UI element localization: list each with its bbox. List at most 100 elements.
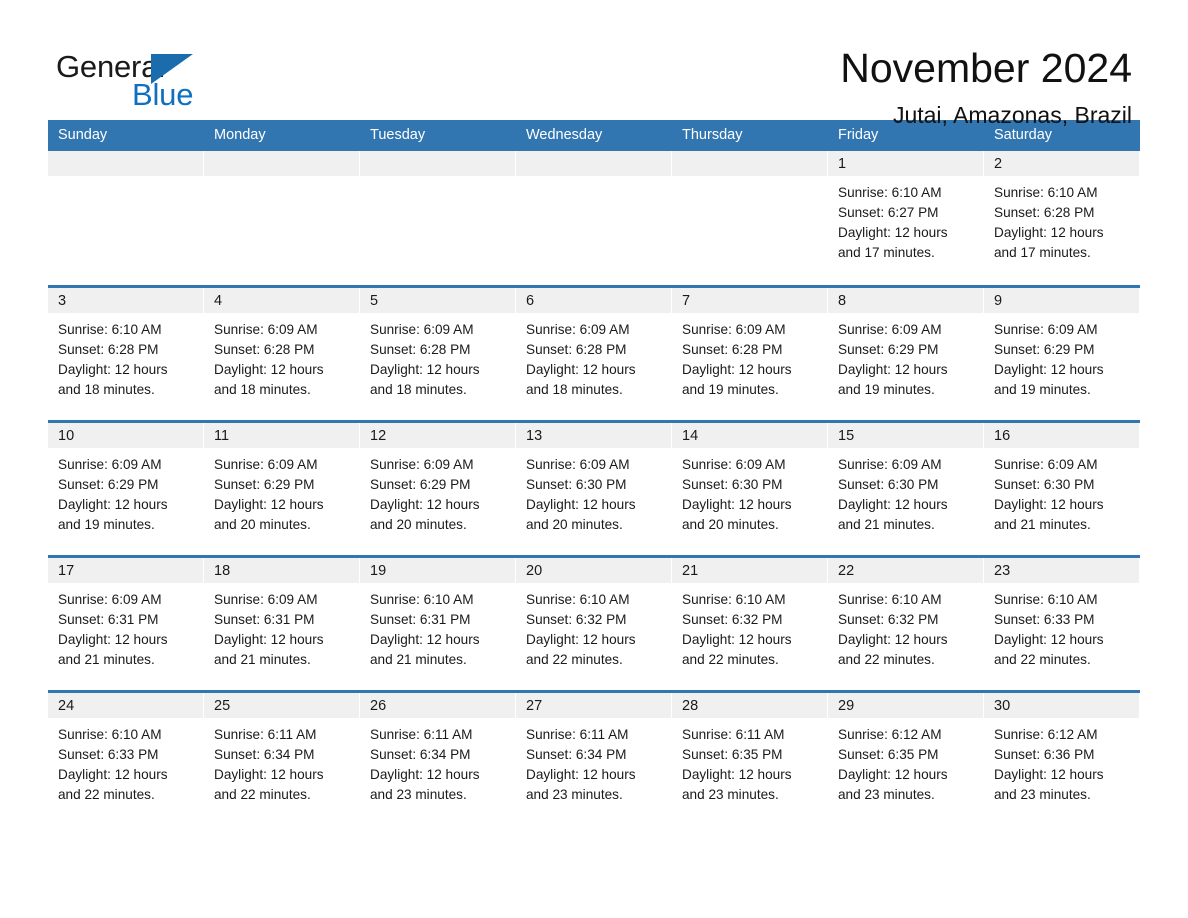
daylight-text-line2: and 23 minutes. xyxy=(526,786,623,802)
sunrise-text: Sunrise: 6:10 AM xyxy=(58,726,162,742)
day-details: Sunrise: 6:09 AM Sunset: 6:29 PM Dayligh… xyxy=(984,313,1140,400)
weekday-header-sunday: Sunday xyxy=(48,120,204,151)
day-cell[interactable]: 9 Sunrise: 6:09 AM Sunset: 6:29 PM Dayli… xyxy=(984,284,1140,421)
sunset-text: Sunset: 6:28 PM xyxy=(994,205,1095,220)
day-details: Sunrise: 6:09 AM Sunset: 6:29 PM Dayligh… xyxy=(204,448,360,535)
sunset-text: Sunset: 6:29 PM xyxy=(838,341,939,357)
day-cell[interactable]: 5 Sunrise: 6:09 AM Sunset: 6:28 PM Dayli… xyxy=(360,284,516,421)
sunrise-text: Sunrise: 6:10 AM xyxy=(58,321,162,337)
day-cell[interactable]: 4 Sunrise: 6:09 AM Sunset: 6:28 PM Dayli… xyxy=(204,284,360,421)
daylight-text-line2: and 20 minutes. xyxy=(682,516,779,532)
day-details: Sunrise: 6:10 AM Sunset: 6:31 PM Dayligh… xyxy=(360,583,516,670)
day-number xyxy=(516,151,672,176)
sunrise-text: Sunrise: 6:10 AM xyxy=(994,591,1098,607)
day-number: 26 xyxy=(360,692,516,718)
day-cell[interactable]: 3 Sunrise: 6:10 AM Sunset: 6:28 PM Dayli… xyxy=(48,284,204,421)
day-cell[interactable]: 1 Sunrise: 6:10 AM Sunset: 6:27 PM Dayli… xyxy=(828,151,984,286)
day-cell[interactable]: 2 Sunrise: 6:10 AM Sunset: 6:28 PM Dayli… xyxy=(984,151,1140,286)
calendar-page: General Blue November 2024 Jutai, Amazon… xyxy=(0,0,1188,918)
day-cell xyxy=(516,151,672,286)
day-details: Sunrise: 6:10 AM Sunset: 6:28 PM Dayligh… xyxy=(48,313,204,400)
day-cell[interactable]: 29 Sunrise: 6:12 AM Sunset: 6:35 PM Dayl… xyxy=(828,689,984,826)
day-number: 13 xyxy=(516,422,672,448)
daylight-text-line1: Daylight: 12 hours xyxy=(838,496,948,512)
daylight-text-line1: Daylight: 12 hours xyxy=(58,766,168,782)
sunset-text: Sunset: 6:29 PM xyxy=(370,476,471,492)
calendar-week-row: 3 Sunrise: 6:10 AM Sunset: 6:28 PM Dayli… xyxy=(48,284,1140,421)
sunset-text: Sunset: 6:28 PM xyxy=(58,341,159,357)
day-details: Sunrise: 6:11 AM Sunset: 6:34 PM Dayligh… xyxy=(516,718,672,805)
day-cell[interactable]: 12 Sunrise: 6:09 AM Sunset: 6:29 PM Dayl… xyxy=(360,419,516,556)
day-cell[interactable]: 24 Sunrise: 6:10 AM Sunset: 6:33 PM Dayl… xyxy=(48,689,204,826)
day-number: 5 xyxy=(360,287,516,313)
daylight-text-line1: Daylight: 12 hours xyxy=(58,496,168,512)
sunrise-text: Sunrise: 6:10 AM xyxy=(682,591,786,607)
day-number: 18 xyxy=(204,557,360,583)
daylight-text-line1: Daylight: 12 hours xyxy=(838,766,948,782)
sunrise-text: Sunrise: 6:09 AM xyxy=(58,456,162,472)
day-cell[interactable]: 23 Sunrise: 6:10 AM Sunset: 6:33 PM Dayl… xyxy=(984,554,1140,691)
day-cell[interactable]: 8 Sunrise: 6:09 AM Sunset: 6:29 PM Dayli… xyxy=(828,284,984,421)
day-cell[interactable]: 17 Sunrise: 6:09 AM Sunset: 6:31 PM Dayl… xyxy=(48,554,204,691)
sunset-text: Sunset: 6:36 PM xyxy=(994,746,1095,762)
daylight-text-line1: Daylight: 12 hours xyxy=(994,225,1104,240)
day-details: Sunrise: 6:09 AM Sunset: 6:28 PM Dayligh… xyxy=(516,313,672,400)
day-details: Sunrise: 6:12 AM Sunset: 6:35 PM Dayligh… xyxy=(828,718,984,805)
daylight-text-line1: Daylight: 12 hours xyxy=(58,361,168,377)
day-details: Sunrise: 6:11 AM Sunset: 6:35 PM Dayligh… xyxy=(672,718,828,805)
daylight-text-line2: and 23 minutes. xyxy=(370,786,467,802)
daylight-text-line1: Daylight: 12 hours xyxy=(370,766,480,782)
day-details: Sunrise: 6:11 AM Sunset: 6:34 PM Dayligh… xyxy=(360,718,516,805)
daylight-text-line1: Daylight: 12 hours xyxy=(838,361,948,377)
sunrise-text: Sunrise: 6:09 AM xyxy=(214,591,318,607)
day-number: 27 xyxy=(516,692,672,718)
sunrise-text: Sunrise: 6:09 AM xyxy=(526,456,630,472)
sunrise-text: Sunrise: 6:11 AM xyxy=(214,726,317,742)
day-number: 11 xyxy=(204,422,360,448)
day-cell[interactable]: 26 Sunrise: 6:11 AM Sunset: 6:34 PM Dayl… xyxy=(360,689,516,826)
day-cell[interactable]: 30 Sunrise: 6:12 AM Sunset: 6:36 PM Dayl… xyxy=(984,689,1140,826)
day-cell[interactable]: 14 Sunrise: 6:09 AM Sunset: 6:30 PM Dayl… xyxy=(672,419,828,556)
sunrise-text: Sunrise: 6:09 AM xyxy=(838,456,942,472)
day-details: Sunrise: 6:11 AM Sunset: 6:34 PM Dayligh… xyxy=(204,718,360,805)
sunset-text: Sunset: 6:34 PM xyxy=(526,746,627,762)
daylight-text-line2: and 22 minutes. xyxy=(214,786,311,802)
daylight-text-line1: Daylight: 12 hours xyxy=(682,766,792,782)
calendar-wrapper: Sunday Monday Tuesday Wednesday Thursday… xyxy=(0,120,1188,826)
day-cell[interactable]: 20 Sunrise: 6:10 AM Sunset: 6:32 PM Dayl… xyxy=(516,554,672,691)
day-cell[interactable]: 10 Sunrise: 6:09 AM Sunset: 6:29 PM Dayl… xyxy=(48,419,204,556)
day-number: 22 xyxy=(828,557,984,583)
day-number: 1 xyxy=(828,151,984,176)
day-cell[interactable]: 27 Sunrise: 6:11 AM Sunset: 6:34 PM Dayl… xyxy=(516,689,672,826)
day-cell[interactable]: 7 Sunrise: 6:09 AM Sunset: 6:28 PM Dayli… xyxy=(672,284,828,421)
day-cell[interactable]: 11 Sunrise: 6:09 AM Sunset: 6:29 PM Dayl… xyxy=(204,419,360,556)
day-number: 29 xyxy=(828,692,984,718)
day-details: Sunrise: 6:09 AM Sunset: 6:29 PM Dayligh… xyxy=(360,448,516,535)
day-cell[interactable]: 18 Sunrise: 6:09 AM Sunset: 6:31 PM Dayl… xyxy=(204,554,360,691)
sunrise-text: Sunrise: 6:09 AM xyxy=(682,321,786,337)
sunset-text: Sunset: 6:31 PM xyxy=(214,611,315,627)
daylight-text-line2: and 20 minutes. xyxy=(370,516,467,532)
daylight-text-line1: Daylight: 12 hours xyxy=(994,631,1104,647)
daylight-text-line1: Daylight: 12 hours xyxy=(838,631,948,647)
day-cell[interactable]: 15 Sunrise: 6:09 AM Sunset: 6:30 PM Dayl… xyxy=(828,419,984,556)
day-cell[interactable]: 28 Sunrise: 6:11 AM Sunset: 6:35 PM Dayl… xyxy=(672,689,828,826)
day-cell[interactable]: 21 Sunrise: 6:10 AM Sunset: 6:32 PM Dayl… xyxy=(672,554,828,691)
brand-logo[interactable]: General Blue xyxy=(56,44,206,116)
day-cell[interactable]: 13 Sunrise: 6:09 AM Sunset: 6:30 PM Dayl… xyxy=(516,419,672,556)
day-number: 3 xyxy=(48,287,204,313)
sunset-text: Sunset: 6:30 PM xyxy=(526,476,627,492)
daylight-text-line1: Daylight: 12 hours xyxy=(994,496,1104,512)
day-cell[interactable]: 25 Sunrise: 6:11 AM Sunset: 6:34 PM Dayl… xyxy=(204,689,360,826)
day-cell[interactable]: 22 Sunrise: 6:10 AM Sunset: 6:32 PM Dayl… xyxy=(828,554,984,691)
sunrise-text: Sunrise: 6:09 AM xyxy=(214,456,318,472)
day-cell[interactable]: 6 Sunrise: 6:09 AM Sunset: 6:28 PM Dayli… xyxy=(516,284,672,421)
day-details: Sunrise: 6:10 AM Sunset: 6:32 PM Dayligh… xyxy=(516,583,672,670)
day-cell xyxy=(360,151,516,286)
day-cell[interactable]: 16 Sunrise: 6:09 AM Sunset: 6:30 PM Dayl… xyxy=(984,419,1140,556)
day-cell[interactable]: 19 Sunrise: 6:10 AM Sunset: 6:31 PM Dayl… xyxy=(360,554,516,691)
day-details: Sunrise: 6:10 AM Sunset: 6:32 PM Dayligh… xyxy=(672,583,828,670)
day-number xyxy=(672,151,828,176)
day-number: 30 xyxy=(984,692,1140,718)
sunrise-text: Sunrise: 6:12 AM xyxy=(838,726,942,742)
